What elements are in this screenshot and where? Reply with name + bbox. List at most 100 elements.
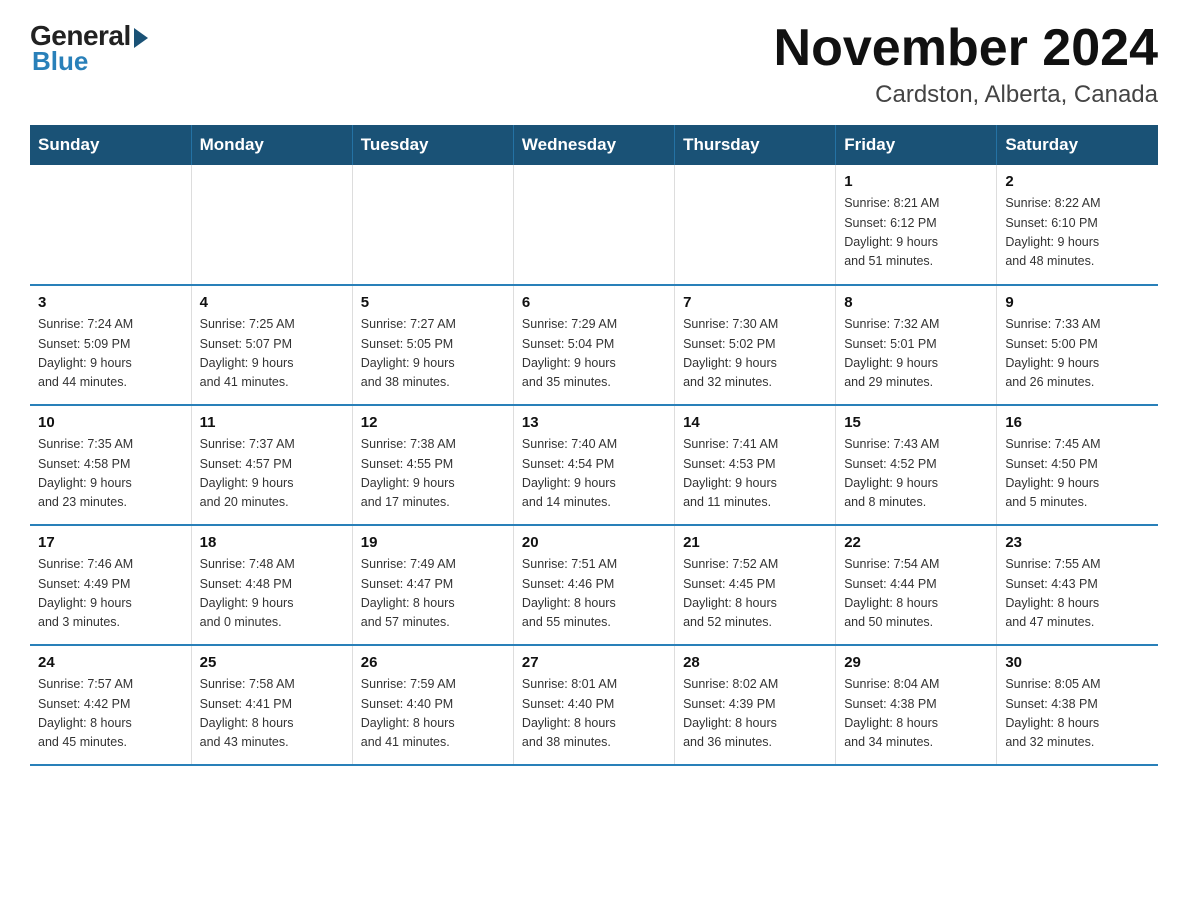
weekday-header-monday: Monday: [191, 125, 352, 165]
day-number: 2: [1005, 173, 1150, 190]
calendar-cell: 23Sunrise: 7:55 AM Sunset: 4:43 PM Dayli…: [997, 525, 1158, 645]
day-number: 28: [683, 654, 827, 671]
calendar-cell: 22 Sunrise: 7:54 AM Sunset: 4:44 PM Dayli…: [836, 525, 997, 645]
day-number: 16: [1005, 414, 1150, 431]
weekday-header-row: SundayMondayTuesdayWednesdayThursdayFrid…: [30, 125, 1158, 165]
title-area: November 2024 Cardston, Alberta, Canada: [774, 20, 1158, 109]
calendar-cell: [30, 165, 191, 285]
calendar-cell: [352, 165, 513, 285]
calendar-cell: 21 Sunrise: 7:52 AM Sunset: 4:45 PM Dayli…: [675, 525, 836, 645]
weekday-header-sunday: Sunday: [30, 125, 191, 165]
week-row-3: 10 Sunrise: 7:35 AM Sunset: 4:58 PM Dayli…: [30, 405, 1158, 525]
calendar-cell: 11 Sunrise: 7:37 AM Sunset: 4:57 PM Dayli…: [191, 405, 352, 525]
day-info: Sunrise: 7:52 AM Sunset: 4:45 PM Dayligh…: [683, 555, 827, 633]
day-number: 3: [38, 294, 183, 311]
day-info: Sunrise: 7:43 AM Sunset: 4:52 PM Dayligh…: [844, 435, 988, 513]
day-number: 15: [844, 414, 988, 431]
day-info: Sunrise: 8:05 AM Sunset: 4:38 PM Dayligh…: [1005, 675, 1150, 753]
weekday-header-friday: Friday: [836, 125, 997, 165]
week-row-2: 3 Sunrise: 7:24 AM Sunset: 5:09 PM Daylig…: [30, 285, 1158, 405]
logo-blue-text: Blue: [32, 46, 88, 77]
day-info: Sunrise: 8:21 AM Sunset: 6:12 PM Dayligh…: [844, 194, 988, 272]
calendar-cell: 26 Sunrise: 7:59 AM Sunset: 4:40 PM Dayli…: [352, 645, 513, 765]
calendar-cell: 8Sunrise: 7:32 AM Sunset: 5:01 PM Daylig…: [836, 285, 997, 405]
calendar-cell: [513, 165, 674, 285]
week-row-4: 17 Sunrise: 7:46 AM Sunset: 4:49 PM Dayli…: [30, 525, 1158, 645]
day-info: Sunrise: 7:54 AM Sunset: 4:44 PM Dayligh…: [844, 555, 988, 633]
day-info: Sunrise: 7:45 AM Sunset: 4:50 PM Dayligh…: [1005, 435, 1150, 513]
day-info: Sunrise: 7:46 AM Sunset: 4:49 PM Dayligh…: [38, 555, 183, 633]
day-number: 22: [844, 534, 988, 551]
day-info: Sunrise: 7:32 AM Sunset: 5:01 PM Dayligh…: [844, 315, 988, 393]
calendar-cell: 13Sunrise: 7:40 AM Sunset: 4:54 PM Dayli…: [513, 405, 674, 525]
weekday-header-tuesday: Tuesday: [352, 125, 513, 165]
calendar-cell: 14Sunrise: 7:41 AM Sunset: 4:53 PM Dayli…: [675, 405, 836, 525]
calendar-cell: 27 Sunrise: 8:01 AM Sunset: 4:40 PM Dayli…: [513, 645, 674, 765]
calendar-cell: 2 Sunrise: 8:22 AM Sunset: 6:10 PM Daylig…: [997, 165, 1158, 285]
day-number: 30: [1005, 654, 1150, 671]
day-number: 9: [1005, 294, 1150, 311]
day-info: Sunrise: 7:30 AM Sunset: 5:02 PM Dayligh…: [683, 315, 827, 393]
day-number: 6: [522, 294, 666, 311]
day-number: 14: [683, 414, 827, 431]
calendar-cell: 24 Sunrise: 7:57 AM Sunset: 4:42 PM Dayli…: [30, 645, 191, 765]
day-info: Sunrise: 8:01 AM Sunset: 4:40 PM Dayligh…: [522, 675, 666, 753]
calendar-cell: 15 Sunrise: 7:43 AM Sunset: 4:52 PM Dayli…: [836, 405, 997, 525]
day-number: 1: [844, 173, 988, 190]
calendar-cell: 20Sunrise: 7:51 AM Sunset: 4:46 PM Dayli…: [513, 525, 674, 645]
day-number: 18: [200, 534, 344, 551]
calendar-cell: 7 Sunrise: 7:30 AM Sunset: 5:02 PM Daylig…: [675, 285, 836, 405]
day-number: 26: [361, 654, 505, 671]
calendar-cell: 30 Sunrise: 8:05 AM Sunset: 4:38 PM Dayli…: [997, 645, 1158, 765]
calendar-cell: 9 Sunrise: 7:33 AM Sunset: 5:00 PM Daylig…: [997, 285, 1158, 405]
calendar-cell: [675, 165, 836, 285]
day-info: Sunrise: 8:22 AM Sunset: 6:10 PM Dayligh…: [1005, 194, 1150, 272]
day-info: Sunrise: 8:02 AM Sunset: 4:39 PM Dayligh…: [683, 675, 827, 753]
weekday-header-saturday: Saturday: [997, 125, 1158, 165]
calendar-cell: 28 Sunrise: 8:02 AM Sunset: 4:39 PM Dayli…: [675, 645, 836, 765]
day-number: 12: [361, 414, 505, 431]
day-info: Sunrise: 8:04 AM Sunset: 4:38 PM Dayligh…: [844, 675, 988, 753]
day-number: 23: [1005, 534, 1150, 551]
day-number: 24: [38, 654, 183, 671]
calendar-cell: 4 Sunrise: 7:25 AM Sunset: 5:07 PM Daylig…: [191, 285, 352, 405]
day-number: 13: [522, 414, 666, 431]
day-number: 17: [38, 534, 183, 551]
day-number: 27: [522, 654, 666, 671]
calendar-cell: 10 Sunrise: 7:35 AM Sunset: 4:58 PM Dayli…: [30, 405, 191, 525]
day-info: Sunrise: 7:35 AM Sunset: 4:58 PM Dayligh…: [38, 435, 183, 513]
day-info: Sunrise: 7:29 AM Sunset: 5:04 PM Dayligh…: [522, 315, 666, 393]
day-info: Sunrise: 7:25 AM Sunset: 5:07 PM Dayligh…: [200, 315, 344, 393]
day-info: Sunrise: 7:37 AM Sunset: 4:57 PM Dayligh…: [200, 435, 344, 513]
page-header: General Blue November 2024 Cardston, Alb…: [30, 20, 1158, 109]
month-title: November 2024: [774, 20, 1158, 77]
calendar-cell: 6 Sunrise: 7:29 AM Sunset: 5:04 PM Daylig…: [513, 285, 674, 405]
day-info: Sunrise: 7:58 AM Sunset: 4:41 PM Dayligh…: [200, 675, 344, 753]
day-number: 11: [200, 414, 344, 431]
calendar-cell: 18 Sunrise: 7:48 AM Sunset: 4:48 PM Dayli…: [191, 525, 352, 645]
day-number: 7: [683, 294, 827, 311]
day-info: Sunrise: 7:48 AM Sunset: 4:48 PM Dayligh…: [200, 555, 344, 633]
day-info: Sunrise: 7:59 AM Sunset: 4:40 PM Dayligh…: [361, 675, 505, 753]
calendar-cell: 29 Sunrise: 8:04 AM Sunset: 4:38 PM Dayli…: [836, 645, 997, 765]
day-number: 4: [200, 294, 344, 311]
day-number: 10: [38, 414, 183, 431]
day-info: Sunrise: 7:38 AM Sunset: 4:55 PM Dayligh…: [361, 435, 505, 513]
day-info: Sunrise: 7:33 AM Sunset: 5:00 PM Dayligh…: [1005, 315, 1150, 393]
logo: General Blue: [30, 20, 148, 77]
day-number: 29: [844, 654, 988, 671]
day-number: 21: [683, 534, 827, 551]
calendar-table: SundayMondayTuesdayWednesdayThursdayFrid…: [30, 125, 1158, 766]
day-info: Sunrise: 7:24 AM Sunset: 5:09 PM Dayligh…: [38, 315, 183, 393]
day-info: Sunrise: 7:27 AM Sunset: 5:05 PM Dayligh…: [361, 315, 505, 393]
calendar-cell: 19 Sunrise: 7:49 AM Sunset: 4:47 PM Dayli…: [352, 525, 513, 645]
calendar-cell: 1 Sunrise: 8:21 AM Sunset: 6:12 PM Daylig…: [836, 165, 997, 285]
day-number: 5: [361, 294, 505, 311]
week-row-5: 24 Sunrise: 7:57 AM Sunset: 4:42 PM Dayli…: [30, 645, 1158, 765]
day-number: 19: [361, 534, 505, 551]
day-info: Sunrise: 7:49 AM Sunset: 4:47 PM Dayligh…: [361, 555, 505, 633]
logo-triangle-icon: [134, 28, 148, 48]
day-number: 20: [522, 534, 666, 551]
day-info: Sunrise: 7:57 AM Sunset: 4:42 PM Dayligh…: [38, 675, 183, 753]
calendar-cell: 17 Sunrise: 7:46 AM Sunset: 4:49 PM Dayli…: [30, 525, 191, 645]
